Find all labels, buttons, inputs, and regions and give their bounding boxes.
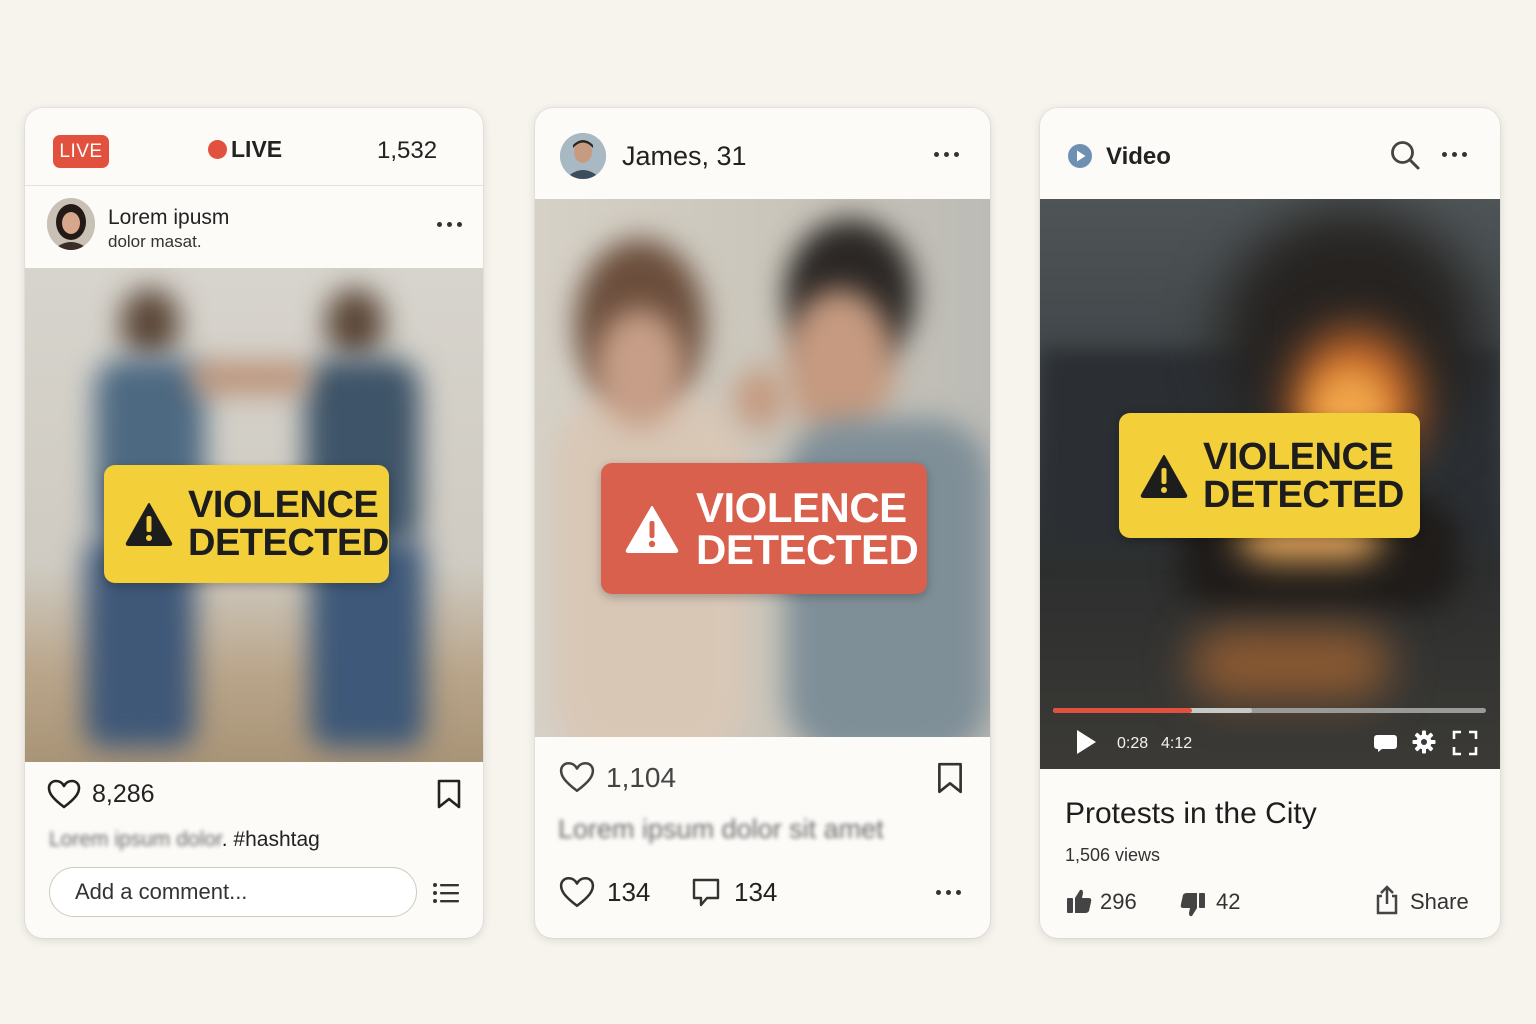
more-dots-icon[interactable] bbox=[934, 152, 959, 157]
list-icon[interactable] bbox=[432, 881, 460, 905]
viewer-count: 1,532 bbox=[377, 137, 438, 164]
live-dot-icon bbox=[208, 140, 227, 159]
user-name[interactable]: Lorem ipusm bbox=[108, 206, 229, 230]
view-count: 1,506 views bbox=[1065, 845, 1161, 865]
photo-post-card: James, 31 VIOLENCE DETECTED 1,104 Lorem … bbox=[535, 108, 990, 938]
live-badge: LIVE bbox=[53, 135, 109, 168]
user-name[interactable]: James, 31 bbox=[622, 141, 747, 172]
play-icon[interactable] bbox=[1075, 729, 1097, 755]
live-post-card: LIVE LIVE 1,532 Lorem ipusm dolor masat. bbox=[25, 108, 483, 938]
warning-line-1: VIOLENCE bbox=[188, 484, 379, 526]
avatar-woman-icon bbox=[47, 198, 95, 250]
like-count: 1,104 bbox=[606, 762, 677, 793]
reaction-heart-icon[interactable] bbox=[559, 876, 595, 908]
like-count: 8,286 bbox=[92, 780, 155, 808]
warning-line-2: DETECTED bbox=[696, 525, 919, 573]
current-time: 0:28 bbox=[1117, 735, 1149, 752]
video-progress-bar[interactable] bbox=[1053, 708, 1486, 713]
video-header: Video bbox=[1040, 108, 1500, 199]
post-caption: Lorem ipsum dolor. #hashtag bbox=[49, 828, 320, 852]
duration: 4:12 bbox=[1161, 735, 1193, 752]
post-author: James, 31 bbox=[535, 108, 990, 199]
post-author: Lorem ipusm dolor masat. bbox=[25, 186, 483, 268]
warning-line-2: DETECTED bbox=[188, 522, 389, 564]
captions-icon[interactable] bbox=[1373, 733, 1398, 753]
video-play-circle-icon bbox=[1068, 144, 1092, 168]
share-icon[interactable] bbox=[1374, 884, 1400, 916]
heart-icon[interactable] bbox=[559, 761, 595, 793]
post-caption: Lorem ipsum dolor sit amet bbox=[558, 814, 884, 844]
warning-line-1: VIOLENCE bbox=[696, 483, 907, 531]
post-actions: 8,286 Lorem ipsum dolor. #hashtag Add a … bbox=[25, 762, 483, 938]
video-title[interactable]: Protests in the City bbox=[1065, 797, 1317, 831]
post-image: VIOLENCE DETECTED bbox=[535, 199, 990, 737]
avatar[interactable] bbox=[560, 133, 606, 179]
warning-triangle-icon bbox=[1140, 454, 1188, 498]
avatar-man-icon bbox=[560, 133, 606, 179]
avatar[interactable] bbox=[47, 198, 95, 250]
warning-triangle-icon bbox=[625, 505, 679, 553]
share-button[interactable]: Share bbox=[1410, 889, 1469, 915]
violence-warning-badge[interactable]: VIOLENCE DETECTED bbox=[601, 463, 927, 594]
post-actions: 1,104 Lorem ipsum dolor sit amet 134 134 bbox=[535, 737, 990, 938]
violence-warning-badge[interactable]: VIOLENCE DETECTED bbox=[104, 465, 389, 583]
search-icon[interactable] bbox=[1389, 139, 1421, 171]
violence-warning-badge[interactable]: VIOLENCE DETECTED bbox=[1119, 413, 1420, 538]
caption-hashtag[interactable]: . #hashtag bbox=[222, 828, 320, 851]
bookmark-icon[interactable] bbox=[436, 778, 462, 810]
reaction-count: 134 bbox=[607, 877, 651, 907]
caption-blurred-text: Lorem ipsum dolor bbox=[49, 828, 222, 851]
thumbs-up-icon[interactable] bbox=[1065, 887, 1093, 915]
more-dots-icon[interactable] bbox=[1442, 152, 1467, 157]
post-image: VIOLENCE DETECTED bbox=[25, 268, 483, 762]
thumbs-down-icon[interactable] bbox=[1179, 891, 1207, 919]
warning-triangle-icon bbox=[125, 503, 173, 546]
more-dots-icon[interactable] bbox=[936, 890, 961, 895]
live-indicator: LIVE bbox=[208, 136, 282, 163]
video-post-card: Video VIOLENCE DETECTED 0:28 4:12 Protes… bbox=[1040, 108, 1500, 938]
user-subtitle: dolor masat. bbox=[108, 232, 202, 251]
comment-input[interactable]: Add a comment... bbox=[49, 867, 417, 917]
bookmark-icon[interactable] bbox=[936, 761, 964, 795]
header-title: Video bbox=[1106, 143, 1171, 170]
fullscreen-icon[interactable] bbox=[1452, 730, 1478, 756]
warning-line-2: DETECTED bbox=[1203, 473, 1404, 516]
dislike-count: 42 bbox=[1216, 889, 1241, 914]
like-count: 296 bbox=[1100, 889, 1137, 914]
settings-icon[interactable] bbox=[1412, 730, 1436, 754]
live-indicator-label: LIVE bbox=[231, 136, 283, 162]
warning-line-1: VIOLENCE bbox=[1203, 435, 1394, 478]
heart-icon[interactable] bbox=[47, 779, 81, 809]
video-player[interactable]: VIOLENCE DETECTED 0:28 4:12 bbox=[1040, 199, 1500, 769]
comment-icon[interactable] bbox=[690, 876, 722, 908]
video-info: Protests in the City 1,506 views 296 42 … bbox=[1040, 769, 1500, 938]
live-header: LIVE LIVE 1,532 bbox=[25, 108, 483, 186]
more-dots-icon[interactable] bbox=[437, 222, 462, 227]
progress-played bbox=[1053, 708, 1192, 713]
comment-count: 134 bbox=[734, 877, 778, 907]
